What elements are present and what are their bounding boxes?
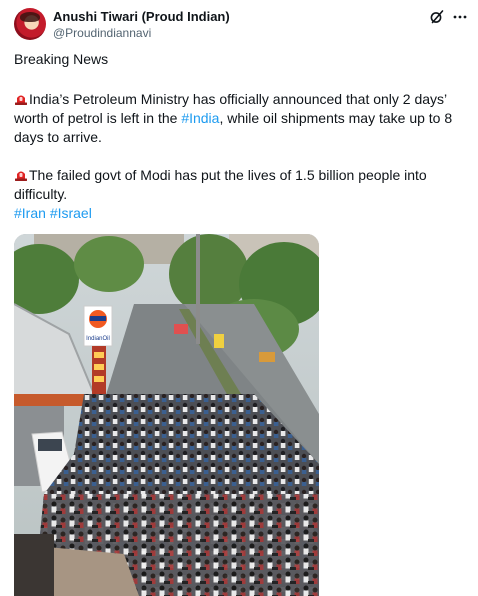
author-display-name[interactable]: Anushi Tiwari (Proud Indian) [53, 9, 230, 24]
tweet-paragraph-1-line-1: India’s Petroleum Ministry has officiall… [14, 90, 447, 109]
paragraph-1-line-1-text: India’s Petroleum Ministry has officiall… [29, 91, 448, 107]
tweet-paragraph-1-line-2: worth of petrol is left in the #India, w… [14, 109, 452, 128]
police-light-icon [14, 169, 28, 181]
author-avatar[interactable] [14, 8, 46, 40]
hashtag-india-link[interactable]: #India [181, 110, 219, 126]
tweet-headline: Breaking News [14, 51, 109, 67]
tweet-paragraph-2-line-1: The failed govt of Modi has put the live… [14, 166, 427, 185]
hashtag-iran-link[interactable]: #Iran [14, 205, 46, 221]
tweet-card: Anushi Tiwari (Proud Indian) @Proudindia… [0, 0, 478, 596]
police-light-icon [14, 93, 28, 105]
tweet-paragraph-2-line-2: difficulty. [14, 186, 68, 202]
indianoil-sign-text: IndianOil [86, 336, 110, 342]
tweet-paragraph-1-line-3: days to arrive. [14, 129, 102, 145]
paragraph-1-line-2-pre: worth of petrol is left in the [14, 110, 182, 126]
author-handle[interactable]: @Proudindiannavi [53, 26, 151, 40]
crowd-scene-illustration: IndianOil [14, 234, 319, 596]
paragraph-2-line-1-text: The failed govt of Modi has put the live… [29, 167, 427, 183]
grok-icon[interactable] [429, 9, 445, 25]
hashtag-israel-link[interactable]: #Israel [50, 205, 92, 221]
paragraph-1-line-2-post: , while oil shipments may take up to 8 [219, 110, 453, 126]
tweet-hashtags-line: #Iran #Israel [14, 204, 92, 223]
tweet-photo[interactable]: IndianOil [14, 234, 319, 596]
more-options-icon[interactable] [452, 9, 468, 25]
